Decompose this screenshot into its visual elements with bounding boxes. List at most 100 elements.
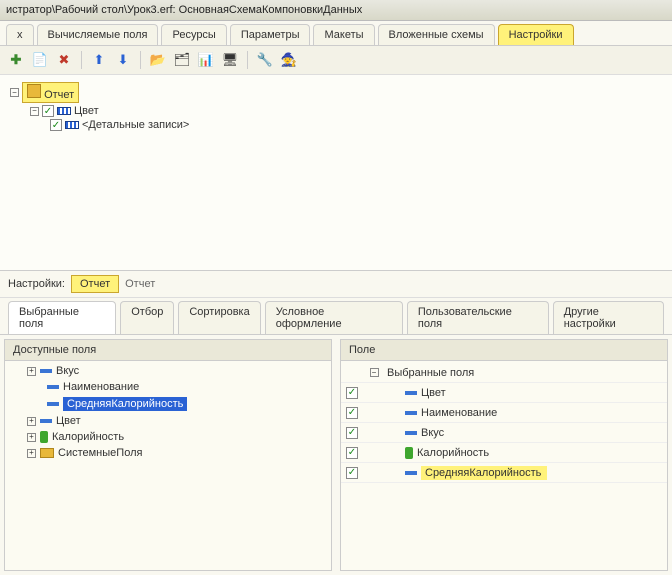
field-label-highlighted: СредняяКалорийность bbox=[421, 466, 547, 480]
subtab-conditional[interactable]: Условное оформление bbox=[265, 301, 403, 334]
checkbox-icon[interactable]: ✓ bbox=[346, 467, 358, 479]
wizard-button[interactable]: 🧙 bbox=[279, 50, 299, 70]
toolbar: ✚ 📄 ✖ ⬆ ⬇ 📂 🗂 📊 🖥 🔧 🧙 bbox=[0, 46, 672, 75]
field-item[interactable]: Наименование bbox=[5, 379, 331, 395]
chart-button[interactable]: 📊 bbox=[196, 50, 216, 70]
checkbox-icon[interactable]: ✓ bbox=[346, 427, 358, 439]
field-label: Наименование bbox=[63, 381, 139, 393]
checkbox-icon[interactable]: ✓ bbox=[346, 387, 358, 399]
field-label: СистемныеПоля bbox=[58, 447, 142, 459]
group-label: Выбранные поля bbox=[385, 367, 667, 379]
structure-tree: − Отчет − ✓ Цвет ✓ <Детальные записи> bbox=[0, 75, 672, 271]
open-button[interactable]: 📂 bbox=[148, 50, 168, 70]
mini-tab-report[interactable]: Отчет bbox=[125, 278, 155, 290]
field-item[interactable]: + Вкус bbox=[5, 363, 331, 379]
settings-label: Настройки: bbox=[8, 278, 65, 290]
field-item[interactable]: + Калорийность bbox=[5, 429, 331, 445]
tab-calc-fields[interactable]: Вычисляемые поля bbox=[37, 24, 159, 45]
field-dash-icon bbox=[405, 411, 417, 415]
add-button[interactable]: ✚ bbox=[6, 50, 26, 70]
tab-settings[interactable]: Настройки bbox=[498, 24, 574, 45]
expand-icon[interactable]: + bbox=[27, 433, 36, 442]
selected-fields-list: − Выбранные поля ✓ Цвет ✓ Наименование bbox=[341, 361, 667, 570]
tab-x[interactable]: х bbox=[6, 24, 34, 45]
field-label: СредняяКалорийность bbox=[63, 397, 187, 411]
subtab-filter[interactable]: Отбор bbox=[120, 301, 174, 334]
checkbox-icon[interactable]: ✓ bbox=[346, 407, 358, 419]
screen-button[interactable]: 🖥 bbox=[220, 50, 240, 70]
doc-button[interactable]: 📄 bbox=[30, 50, 50, 70]
selected-fields-panel: Поле − Выбранные поля ✓ Цвет ✓ Н bbox=[340, 339, 668, 571]
collapse-icon[interactable]: − bbox=[370, 368, 379, 377]
field-label: Вкус bbox=[421, 427, 444, 439]
delete-button[interactable]: ✖ bbox=[54, 50, 74, 70]
field-label: Вкус bbox=[56, 365, 79, 377]
subtab-user-fields[interactable]: Пользовательские поля bbox=[407, 301, 549, 334]
checkbox-icon[interactable]: ✓ bbox=[50, 119, 62, 131]
checkbox-icon[interactable]: ✓ bbox=[42, 105, 54, 117]
field-item-selected[interactable]: СредняяКалорийность bbox=[5, 395, 331, 413]
report-icon bbox=[27, 84, 41, 98]
group-row[interactable]: − Выбранные поля bbox=[341, 363, 667, 383]
resource-icon bbox=[405, 447, 413, 459]
table-icon bbox=[57, 107, 71, 115]
field-label: Цвет bbox=[421, 387, 446, 399]
window-title: истратор\Рабочий стол\Урок3.erf: Основна… bbox=[0, 0, 672, 21]
props-button[interactable]: 🔧 bbox=[255, 50, 275, 70]
main-tabs: х Вычисляемые поля Ресурсы Параметры Мак… bbox=[0, 21, 672, 46]
tab-layouts[interactable]: Макеты bbox=[313, 24, 374, 45]
tree-child-label[interactable]: Цвет bbox=[74, 105, 99, 117]
split-area: Доступные поля + Вкус Наименование Средн… bbox=[0, 335, 672, 575]
down-button[interactable]: ⬇ bbox=[113, 50, 133, 70]
expand-icon[interactable]: + bbox=[27, 417, 36, 426]
toolbar-separator bbox=[140, 51, 141, 69]
table-button[interactable]: 🗂 bbox=[172, 50, 192, 70]
field-row[interactable]: ✓ СредняяКалорийность bbox=[341, 463, 667, 483]
resource-icon bbox=[40, 431, 48, 443]
field-row[interactable]: ✓ Вкус bbox=[341, 423, 667, 443]
tree-child-label[interactable]: <Детальные записи> bbox=[82, 119, 189, 131]
expand-icon[interactable]: + bbox=[27, 449, 36, 458]
available-fields-header: Доступные поля bbox=[5, 340, 331, 361]
sub-tabs: Выбранные поля Отбор Сортировка Условное… bbox=[0, 298, 672, 335]
available-fields-list: + Вкус Наименование СредняяКалорийность … bbox=[5, 361, 331, 570]
field-row[interactable]: ✓ Цвет bbox=[341, 383, 667, 403]
field-row[interactable]: ✓ Наименование bbox=[341, 403, 667, 423]
tree-root-label: Отчет bbox=[44, 89, 74, 101]
field-column-header: Поле bbox=[341, 340, 667, 361]
table-icon bbox=[65, 121, 79, 129]
tree-root-item[interactable]: Отчет bbox=[22, 82, 79, 103]
mini-tab-report-active[interactable]: Отчет bbox=[71, 275, 119, 293]
checkbox-icon[interactable]: ✓ bbox=[346, 447, 358, 459]
field-dash-icon bbox=[47, 402, 59, 406]
subtab-sort[interactable]: Сортировка bbox=[178, 301, 260, 334]
subtab-other[interactable]: Другие настройки bbox=[553, 301, 664, 334]
expand-icon[interactable]: + bbox=[27, 367, 36, 376]
available-fields-panel: Доступные поля + Вкус Наименование Средн… bbox=[4, 339, 332, 571]
field-dash-icon bbox=[47, 385, 59, 389]
field-dash-icon bbox=[40, 369, 52, 373]
tab-nested[interactable]: Вложенные схемы bbox=[378, 24, 495, 45]
field-item[interactable]: + СистемныеПоля bbox=[5, 445, 331, 461]
subtab-selected-fields[interactable]: Выбранные поля bbox=[8, 301, 116, 334]
field-label: Наименование bbox=[421, 407, 497, 419]
field-item[interactable]: + Цвет bbox=[5, 413, 331, 429]
field-row[interactable]: ✓ Калорийность bbox=[341, 443, 667, 463]
field-label: Цвет bbox=[56, 415, 81, 427]
folder-icon bbox=[40, 448, 54, 458]
tree-root: − Отчет bbox=[10, 81, 662, 104]
tree-toggle-icon[interactable]: − bbox=[30, 107, 39, 116]
field-dash-icon bbox=[405, 471, 417, 475]
up-button[interactable]: ⬆ bbox=[89, 50, 109, 70]
field-dash-icon bbox=[405, 391, 417, 395]
tab-resources[interactable]: Ресурсы bbox=[161, 24, 226, 45]
toolbar-separator bbox=[81, 51, 82, 69]
field-dash-icon bbox=[405, 431, 417, 435]
field-label: Калорийность bbox=[417, 447, 489, 459]
settings-bar: Настройки: Отчет Отчет bbox=[0, 271, 672, 298]
tree-toggle-icon[interactable]: − bbox=[10, 88, 19, 97]
tab-params[interactable]: Параметры bbox=[230, 24, 311, 45]
field-dash-icon bbox=[40, 419, 52, 423]
field-label: Калорийность bbox=[52, 431, 124, 443]
tree-child: ✓ <Детальные записи> bbox=[50, 118, 662, 132]
